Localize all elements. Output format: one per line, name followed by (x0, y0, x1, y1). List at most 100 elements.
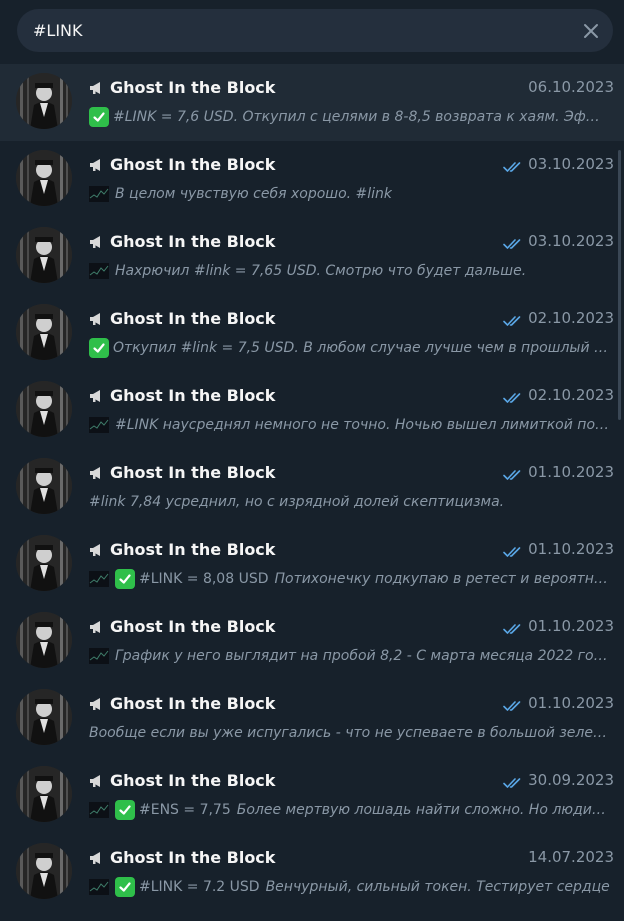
message-prefix: #LINK = 7.2 USD (139, 879, 260, 895)
search-result-item[interactable]: Ghost In the Block 02.10.2023 Откупил #l… (0, 295, 624, 372)
message-preview: #link 7,84 усреднил, но с изрядной долей… (89, 491, 610, 513)
channel-avatar (16, 73, 72, 129)
message-preview: #LINK = 7,6 USD. Откупил с целями в 8-8,… (89, 106, 610, 128)
message-preview: #LINK = 7.2 USD Венчурный, сильный токен… (89, 876, 610, 898)
megaphone-icon (89, 850, 105, 864)
message-date: 01.10.2023 (528, 694, 614, 712)
channel-name: Ghost In the Block (110, 770, 276, 790)
media-thumbnail (89, 186, 109, 202)
search-result-item[interactable]: Ghost In the Block 01.10.2023 Вообще есл… (0, 680, 624, 757)
double-check-icon (503, 389, 523, 403)
message-meta: 03.10.2023 (503, 153, 614, 175)
message-meta: 02.10.2023 (503, 307, 614, 329)
message-text: #link 7,84 усреднил, но с изрядной долей… (89, 494, 505, 510)
channel-avatar (16, 304, 72, 360)
message-date: 01.10.2023 (528, 540, 614, 558)
search-result-item[interactable]: Ghost In the Block 01.10.2023 #link 7,84… (0, 449, 624, 526)
message-date: 02.10.2023 (528, 309, 614, 327)
message-text: В целом чувствую себя хорошо. #link (115, 186, 393, 202)
search-result-item[interactable]: Ghost In the Block 14.07.2023 #LINK = 7.… (0, 834, 624, 911)
channel-name: Ghost In the Block (110, 308, 276, 328)
message-text: #LINK наусреднял немного не точно. Ночью… (115, 417, 610, 433)
message-date: 03.10.2023 (528, 155, 614, 173)
double-check-icon (503, 774, 523, 788)
message-preview: Откупил #link = 7,5 USD. В любом случае … (89, 337, 610, 359)
message-preview: Нахрючил #link = 7,65 USD. Смотрю что бу… (89, 260, 610, 282)
message-text: Венчурный, сильный токен. Тестирует серд… (265, 879, 610, 895)
channel-avatar (16, 381, 72, 437)
scrollbar[interactable] (618, 150, 621, 420)
result-title: Ghost In the Block (89, 307, 275, 329)
channel-avatar (16, 766, 72, 822)
channel-name: Ghost In the Block (110, 231, 276, 251)
message-preview: В целом чувствую себя хорошо. #link (89, 183, 610, 205)
channel-name: Ghost In the Block (110, 847, 276, 867)
media-thumbnail (89, 879, 109, 895)
media-thumbnail (89, 648, 109, 664)
double-check-icon (503, 620, 523, 634)
message-date: 06.10.2023 (528, 78, 614, 96)
double-check-icon (503, 158, 523, 172)
channel-avatar (16, 458, 72, 514)
message-text: Более мертвую лошадь найти сложно. Но лю… (236, 802, 610, 818)
check-mark-icon (89, 338, 109, 358)
message-meta: 14.07.2023 (528, 846, 614, 868)
result-title: Ghost In the Block (89, 461, 275, 483)
media-thumbnail (89, 417, 109, 433)
search-result-item[interactable]: Ghost In the Block 06.10.2023 #LINK = 7,… (0, 64, 624, 141)
double-check-icon (503, 697, 523, 711)
megaphone-icon (89, 311, 105, 325)
message-date: 01.10.2023 (528, 463, 614, 481)
message-meta: 30.09.2023 (503, 769, 614, 791)
message-prefix: #ENS = 7,75 (139, 802, 231, 818)
message-date: 03.10.2023 (528, 232, 614, 250)
close-icon[interactable] (581, 21, 601, 41)
message-prefix: #LINK = 8,08 USD (139, 571, 269, 587)
channel-name: Ghost In the Block (110, 385, 276, 405)
double-check-icon (503, 543, 523, 557)
media-thumbnail (89, 263, 109, 279)
megaphone-icon (89, 542, 105, 556)
message-text: Откупил #link = 7,5 USD. В любом случае … (113, 340, 610, 356)
search-result-item[interactable]: Ghost In the Block 03.10.2023 В целом чу… (0, 141, 624, 218)
message-date: 30.09.2023 (528, 771, 614, 789)
search-input[interactable] (33, 9, 573, 52)
message-text: Нахрючил #link = 7,65 USD. Смотрю что бу… (115, 263, 527, 279)
check-mark-icon (115, 800, 135, 820)
message-preview: График у него выглядит на пробой 8,2 - С… (89, 645, 610, 667)
search-result-item[interactable]: Ghost In the Block 01.10.2023 #LINK = 8,… (0, 526, 624, 603)
channel-name: Ghost In the Block (110, 693, 276, 713)
search-result-item[interactable]: Ghost In the Block 01.10.2023 График у н… (0, 603, 624, 680)
result-title: Ghost In the Block (89, 692, 275, 714)
channel-name: Ghost In the Block (110, 462, 276, 482)
message-preview: #LINK = 8,08 USD Потихонечку подкупаю в … (89, 568, 610, 590)
channel-name: Ghost In the Block (110, 77, 276, 97)
message-date: 01.10.2023 (528, 617, 614, 635)
result-title: Ghost In the Block (89, 769, 275, 791)
message-text: Вообще если вы уже испугались - что не у… (89, 725, 610, 741)
search-result-item[interactable]: Ghost In the Block 02.10.2023 #LINK наус… (0, 372, 624, 449)
megaphone-icon (89, 388, 105, 402)
channel-avatar (16, 843, 72, 899)
megaphone-icon (89, 773, 105, 787)
double-check-icon (503, 235, 523, 249)
check-mark-icon (115, 877, 135, 897)
channel-name: Ghost In the Block (110, 539, 276, 559)
media-thumbnail (89, 802, 109, 818)
megaphone-icon (89, 157, 105, 171)
channel-avatar (16, 535, 72, 591)
channel-name: Ghost In the Block (110, 616, 276, 636)
search-box[interactable] (17, 9, 613, 52)
channel-avatar (16, 227, 72, 283)
message-preview: #LINK наусреднял немного не точно. Ночью… (89, 414, 610, 436)
check-mark-icon (89, 107, 109, 127)
media-thumbnail (89, 571, 109, 587)
search-result-item[interactable]: Ghost In the Block 30.09.2023 #ENS = 7,7… (0, 757, 624, 834)
result-title: Ghost In the Block (89, 230, 275, 252)
search-result-item[interactable]: Ghost In the Block 03.10.2023 Нахрючил #… (0, 218, 624, 295)
message-date: 14.07.2023 (528, 848, 614, 866)
megaphone-icon (89, 234, 105, 248)
message-text: Потихонечку подкупаю в ретест и вероятно… (274, 571, 610, 587)
message-meta: 01.10.2023 (503, 538, 614, 560)
result-title: Ghost In the Block (89, 615, 275, 637)
